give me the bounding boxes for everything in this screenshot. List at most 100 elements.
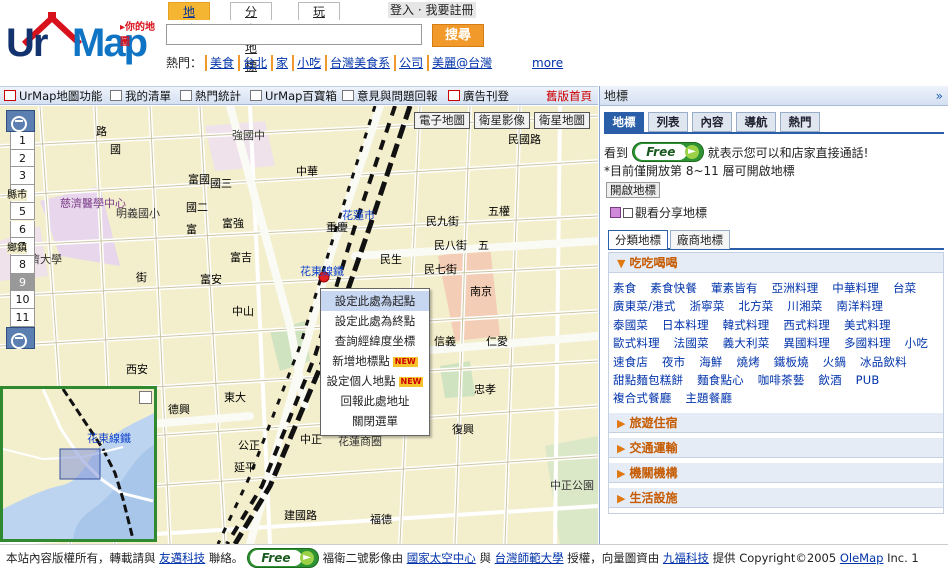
ctx-query-coords[interactable]: 查詢經緯度坐標	[321, 331, 429, 351]
overview-collapse-icon[interactable]	[139, 391, 152, 404]
hot-link[interactable]: 美麗@台灣	[427, 55, 495, 71]
food-subcategory[interactable]: 法國菜	[674, 336, 709, 350]
food-subcategory[interactable]: 冰品飲料	[860, 355, 907, 369]
food-subcategory[interactable]: 異國料理	[783, 336, 830, 350]
old-homepage-link[interactable]: 舊版首頁	[546, 87, 592, 104]
food-subcategory[interactable]: 火鍋	[823, 355, 846, 369]
category-facilities[interactable]: ▶ 生活設施	[609, 488, 943, 508]
toolbar-hot-stats[interactable]: 熱門統計	[180, 87, 241, 104]
food-subcategory[interactable]: 廣東菜/港式	[613, 299, 676, 313]
overview-map[interactable]: 花東線鐵	[0, 386, 157, 542]
ctx-add-landmark[interactable]: 新增地標點 NEW	[321, 351, 429, 371]
footer-link-jiufu[interactable]: 九福科技	[663, 551, 709, 565]
shared-landmark-toggle[interactable]: 觀看分享地標	[610, 206, 707, 220]
zoom-level[interactable]: 3	[10, 167, 35, 186]
food-subcategory[interactable]: 燒烤	[737, 355, 760, 369]
category-lodging[interactable]: ▶ 旅遊住宿	[609, 413, 943, 433]
toolbar-feedback[interactable]: 意見與問題回報	[342, 87, 438, 104]
food-subcategory[interactable]: 歐式料理	[613, 336, 660, 350]
search-button[interactable]: 搜尋	[432, 24, 484, 47]
panel-collapse-icon[interactable]: »	[936, 86, 943, 106]
food-subcategory[interactable]: 複合式餐廳	[613, 391, 672, 405]
zoom-level-selected[interactable]: 9	[10, 273, 35, 292]
subtab-vendor[interactable]: 廠商地標	[670, 230, 730, 249]
food-subcategory[interactable]: 鐵板燒	[774, 355, 809, 369]
food-subcategory[interactable]: 北方菜	[738, 299, 773, 313]
zoom-level[interactable]: 5	[10, 202, 35, 221]
search-input[interactable]	[166, 24, 422, 45]
food-subcategory[interactable]: 亞洲料理	[772, 281, 819, 295]
more-link[interactable]: more	[532, 56, 563, 70]
food-subcategory[interactable]: 主題餐廳	[685, 391, 732, 405]
food-subcategory[interactable]: 台菜	[893, 281, 916, 295]
toolbar-advertise[interactable]: 廣告刊登	[448, 87, 509, 104]
tab-landmark[interactable]: 地標	[604, 112, 644, 132]
footer-link-ntnu[interactable]: 台灣師範大學	[495, 551, 564, 565]
food-subcategory[interactable]: 川湘菜	[787, 299, 822, 313]
food-subcategory[interactable]: 中華料理	[832, 281, 879, 295]
category-institutions[interactable]: ▶ 機關機構	[609, 463, 943, 483]
urmap-logo[interactable]: Ur Map ▸你的地圖	[4, 8, 164, 68]
food-subcategory[interactable]: 浙寧菜	[689, 299, 724, 313]
nav-tab-players[interactable]: 玩家	[298, 2, 341, 37]
food-subcategory[interactable]: 日本料理	[662, 318, 709, 332]
food-subcategory[interactable]: 美式料理	[844, 318, 891, 332]
food-subcategory[interactable]: PUB	[856, 373, 880, 387]
ctx-close-menu[interactable]: 關閉選單	[321, 411, 429, 431]
hot-link[interactable]: 台灣美食系	[325, 55, 393, 71]
open-landmark-button[interactable]: 開啟地標	[606, 182, 660, 198]
footer-link-olemap[interactable]: OleMap	[840, 551, 884, 565]
ctx-set-start[interactable]: 設定此處為起點	[321, 291, 429, 311]
food-subcategory[interactable]: 速食店	[613, 355, 648, 369]
tab-popular[interactable]: 熱門	[780, 112, 820, 132]
login-link[interactable]: 登入	[390, 3, 414, 17]
food-subcategory[interactable]: 麵食點心	[697, 373, 744, 387]
food-subcategory[interactable]: 韓式料理	[723, 318, 770, 332]
food-subcategory[interactable]: 西式料理	[783, 318, 830, 332]
food-subcategory[interactable]: 素食快餐	[650, 281, 697, 295]
ctx-set-personal[interactable]: 設定個人地點 NEW	[321, 371, 429, 391]
footer-link-youmai[interactable]: 友邁科技	[159, 551, 205, 565]
view-satellite-button[interactable]: 衛星影像	[474, 112, 530, 129]
view-street-map-button[interactable]: 電子地圖	[414, 112, 470, 129]
register-link[interactable]: 我要註冊	[426, 3, 474, 17]
hot-link[interactable]: 台北	[238, 55, 270, 71]
toolbar-toolbox[interactable]: UrMap百寶箱	[250, 87, 337, 104]
zoom-level[interactable]: 2	[10, 149, 35, 168]
nav-tab-shared-landmarks[interactable]: 分享地標	[230, 2, 273, 73]
food-subcategory[interactable]: 咖啡茶藝	[758, 373, 805, 387]
toolbar-urmap-functions[interactable]: UrMap地圖功能	[4, 87, 102, 104]
tab-list[interactable]: 列表	[648, 112, 688, 132]
category-transport[interactable]: ▶ 交通運輸	[609, 438, 943, 458]
zoom-level[interactable]: 1	[10, 132, 35, 150]
footer-link-nspo[interactable]: 國家太空中心	[407, 551, 476, 565]
hot-link[interactable]: 小吃	[292, 55, 324, 71]
hot-link[interactable]: 美食	[205, 55, 237, 71]
food-subcategory[interactable]: 夜市	[662, 355, 685, 369]
food-subcategory[interactable]: 南洋料理	[836, 299, 883, 313]
food-subcategory[interactable]: 小吃	[905, 336, 928, 350]
view-hybrid-button[interactable]: 衛星地圖	[534, 112, 590, 129]
zoom-level[interactable]: 10	[10, 291, 35, 309]
share-checkbox[interactable]	[623, 208, 633, 218]
food-subcategory[interactable]: 義大利菜	[723, 336, 770, 350]
zoom-out-icon[interactable]	[6, 110, 35, 132]
category-food[interactable]: ▼ 吃吃喝喝	[609, 253, 943, 273]
food-subcategory[interactable]: 素食	[613, 281, 636, 295]
hot-link[interactable]: 家	[271, 55, 291, 71]
zoom-level[interactable]: 6	[10, 220, 35, 239]
overview-viewport[interactable]	[59, 448, 101, 480]
food-subcategory[interactable]: 泰國菜	[613, 318, 648, 332]
zoom-level[interactable]: 8	[10, 255, 35, 274]
hot-link[interactable]: 公司	[394, 55, 426, 71]
subtab-category[interactable]: 分類地標	[608, 230, 668, 249]
food-subcategory[interactable]: 海鮮	[699, 355, 722, 369]
zoom-level[interactable]: 11	[10, 309, 35, 327]
food-subcategory[interactable]: 多國料理	[844, 336, 891, 350]
tab-navigation[interactable]: 導航	[736, 112, 776, 132]
toolbar-my-list[interactable]: 我的清單	[110, 87, 171, 104]
food-subcategory[interactable]: 飲酒	[818, 373, 841, 387]
map-canvas[interactable]: 慈濟醫學中心 明義國小 強國中 慈濟大學 花蓮市 中正公園 花蓮商圈 路 國 富…	[0, 106, 598, 544]
nav-tab-places[interactable]: 地點	[168, 2, 211, 37]
zoom-in-icon[interactable]	[6, 327, 35, 349]
